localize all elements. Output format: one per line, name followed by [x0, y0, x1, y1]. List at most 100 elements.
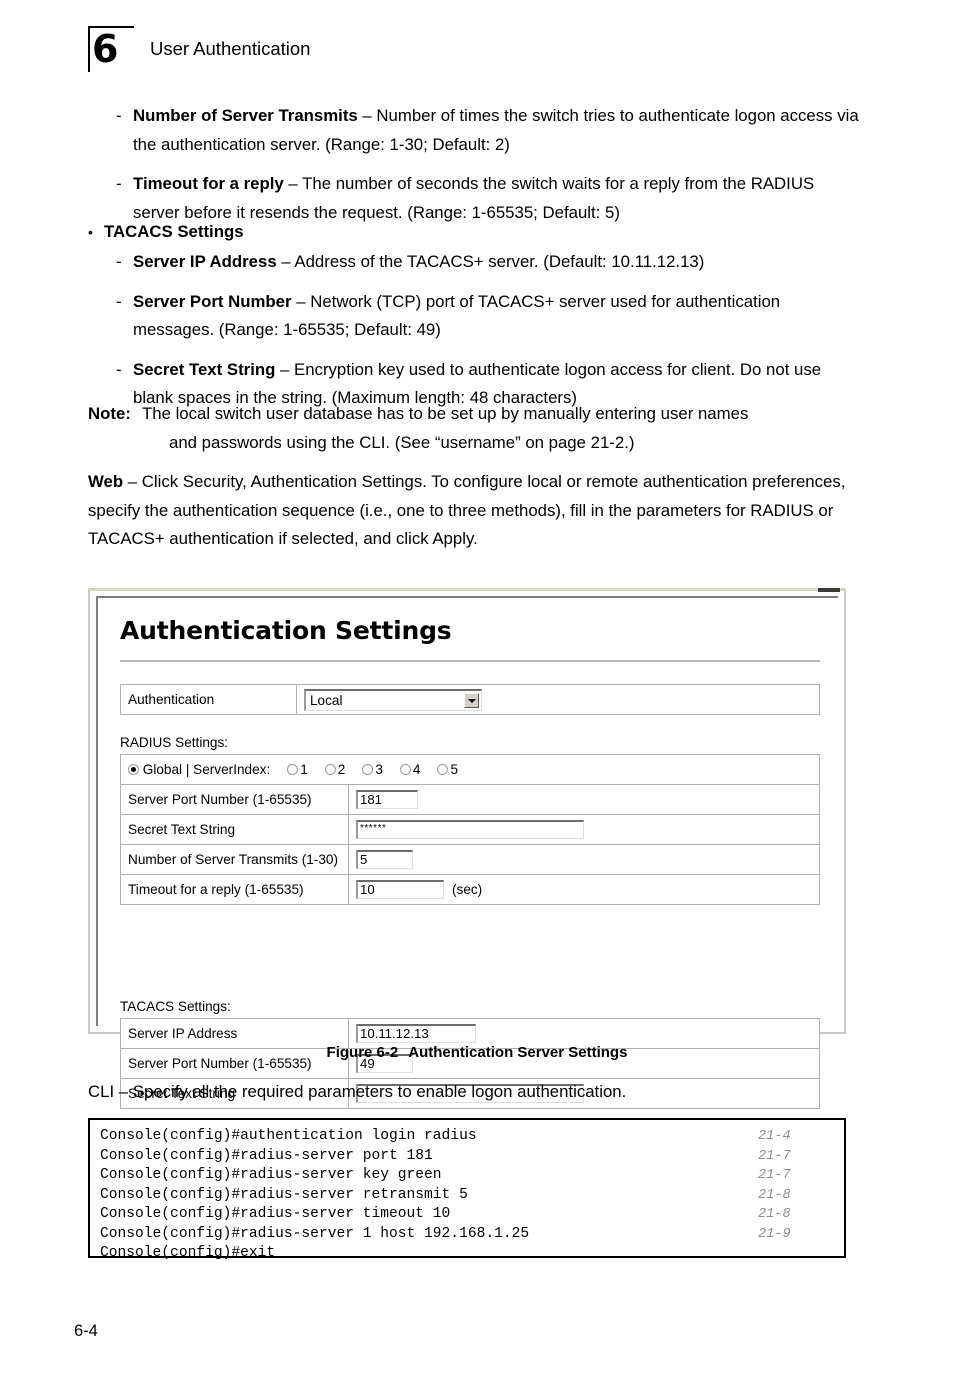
radio-server-index-5[interactable] — [437, 764, 448, 775]
window-edge-nub-icon — [818, 588, 840, 592]
note-body: The local switch user database has to be… — [142, 400, 860, 457]
server-index-option-label: 5 — [450, 762, 458, 777]
authentication-value-cell: Local — [297, 685, 820, 715]
radio-server-index-3[interactable] — [362, 764, 373, 775]
server-index-cell: Global | ServerIndex:12345 — [121, 755, 820, 785]
cli-line-5: Console(config)#radius-server 1 host 192… — [100, 1225, 844, 1245]
figure-caption-number: Figure 6-2 — [327, 1044, 399, 1061]
list-item-0: -Server IP Address – Address of the TACA… — [88, 248, 860, 277]
radius-suffix-3: (sec) — [452, 882, 482, 897]
radius-value-cell-2: 5 — [349, 845, 820, 875]
panel-inner-border: Authentication Settings Authentication L… — [96, 596, 838, 1026]
cli-page-reference: 21-7 — [758, 1166, 791, 1186]
radius-value-cell-1: ****** — [349, 815, 820, 845]
cli-line-2: Console(config)#radius-server key green 2… — [100, 1166, 844, 1186]
figure-screenshot-frame: Authentication Settings Authentication L… — [88, 588, 846, 1034]
authentication-label: Authentication — [121, 685, 297, 715]
radius-label-3: Timeout for a reply (1-65535) — [121, 875, 349, 905]
server-index-option-2[interactable]: 2 — [325, 762, 346, 777]
figure-caption: Figure 6-2 Authentication Server Settings — [0, 1044, 954, 1061]
table-row: Number of Server Transmits (1-30) 5 — [121, 845, 820, 875]
radio-global[interactable] — [128, 764, 139, 775]
chapter-title: User Authentication — [150, 36, 310, 62]
note-label: Note: — [88, 400, 131, 429]
cli-page-reference: 21-9 — [758, 1225, 791, 1245]
radius-value-cell-0: 181 — [349, 785, 820, 815]
radius-section-label: RADIUS Settings: — [120, 735, 228, 750]
authentication-method-value: Local — [310, 693, 343, 708]
table-row: Server Port Number (1-65535) 181 — [121, 785, 820, 815]
server-index-option-label: 4 — [413, 762, 421, 777]
note-line-1: The local switch user database has to be… — [142, 404, 748, 423]
list-marker: • — [88, 218, 93, 247]
server-index-option-3[interactable]: 3 — [362, 762, 383, 777]
cli-command: Console(config)#radius-server key green — [100, 1167, 442, 1183]
list-item-0: -Number of Server Transmits – Number of … — [88, 102, 860, 159]
cli-line-4: Console(config)#radius-server timeout 10… — [100, 1205, 844, 1225]
tacacs-input-0[interactable]: 10.11.12.13 — [356, 1024, 476, 1043]
radius-input-0[interactable]: 181 — [356, 790, 418, 809]
server-index-option-5[interactable]: 5 — [437, 762, 458, 777]
cli-command: Console(config)#radius-server port 181 — [100, 1148, 433, 1164]
radius-label-2: Number of Server Transmits (1-30) — [121, 845, 349, 875]
radius-input-3[interactable]: 10 — [356, 880, 444, 899]
panel-title: Authentication Settings — [120, 616, 451, 645]
cli-command: Console(config)#exit — [100, 1245, 275, 1261]
radius-server-index-row: Global | ServerIndex:12345 — [121, 755, 820, 785]
cli-code-block: Console(config)#authentication login rad… — [88, 1118, 846, 1258]
page-number-footer: 6-4 — [74, 1322, 98, 1341]
list-item-term: Secret Text String — [133, 360, 275, 379]
list-item-desc: – Address of the TACACS+ server. (Defaul… — [277, 252, 705, 271]
authentication-method-select[interactable]: Local — [304, 689, 482, 711]
chapter-number: 6 — [92, 27, 117, 71]
list-item-1: -Server Port Number – Network (TCP) port… — [88, 288, 860, 345]
cli-page-reference: 21-7 — [758, 1147, 791, 1167]
cli-command: Console(config)#radius-server retransmit… — [100, 1187, 468, 1203]
web-label: Web — [88, 472, 123, 491]
cli-line-3: Console(config)#radius-server retransmit… — [100, 1186, 844, 1206]
cli-page-reference: 21-8 — [758, 1186, 791, 1206]
list-item-term: TACACS Settings — [104, 222, 244, 241]
panel-divider — [120, 660, 820, 662]
radio-server-index-2[interactable] — [325, 764, 336, 775]
list-item-term: Server Port Number — [133, 292, 292, 311]
server-index-option-label: 1 — [300, 762, 308, 777]
radius-label-0: Server Port Number (1-65535) — [121, 785, 349, 815]
radius-input-2[interactable]: 5 — [356, 850, 413, 869]
radius-settings-table: Global | ServerIndex:12345Server Port Nu… — [120, 754, 820, 905]
note-block: Note: The local switch user database has… — [88, 400, 860, 457]
list-item-term: Number of Server Transmits — [133, 106, 358, 125]
web-paragraph: Web – Click Security, Authentication Set… — [88, 468, 860, 554]
authentication-table: Authentication Local — [120, 684, 820, 715]
radius-input-1[interactable]: ****** — [356, 820, 584, 839]
web-text: – Click Security, Authentication Setting… — [88, 472, 845, 548]
cli-command: Console(config)#authentication login rad… — [100, 1128, 477, 1144]
server-index-option-4[interactable]: 4 — [400, 762, 421, 777]
list-item-term: Timeout for a reply — [133, 174, 284, 193]
server-index-radio-group: 1 2 3 4 5 — [270, 762, 458, 777]
list-marker: - — [116, 288, 122, 317]
tacacs-parameter-list: -Server IP Address – Address of the TACA… — [88, 248, 860, 424]
table-row: Authentication Local — [121, 685, 820, 715]
server-index-option-label: 2 — [338, 762, 346, 777]
server-index-option-1[interactable]: 1 — [287, 762, 308, 777]
cli-command: Console(config)#radius-server timeout 10 — [100, 1206, 450, 1222]
cli-line-6: Console(config)#exit — [100, 1244, 844, 1264]
list-item-heading-0: • TACACS Settings — [88, 218, 860, 247]
tacacs-section-label: TACACS Settings: — [120, 999, 231, 1014]
page-header: 6 User Authentication — [88, 26, 848, 82]
cli-page-reference: 21-8 — [758, 1205, 791, 1225]
cli-lead-in: CLI – Specify all the required parameter… — [88, 1078, 860, 1107]
server-index-option-label: 3 — [375, 762, 383, 777]
radio-server-index-1[interactable] — [287, 764, 298, 775]
radius-value-cell-3: 10 (sec) — [349, 875, 820, 905]
radio-server-index-4[interactable] — [400, 764, 411, 775]
radius-label-1: Secret Text String — [121, 815, 349, 845]
table-row: Secret Text String ****** — [121, 815, 820, 845]
list-item-term: Server IP Address — [133, 252, 277, 271]
cli-line-0: Console(config)#authentication login rad… — [100, 1127, 844, 1147]
chevron-down-icon[interactable] — [464, 693, 479, 708]
cli-command: Console(config)#radius-server 1 host 192… — [100, 1226, 529, 1242]
note-line-2: and passwords using the CLI. (See “usern… — [169, 429, 860, 458]
figure-caption-title: Authentication Server Settings — [408, 1044, 627, 1061]
